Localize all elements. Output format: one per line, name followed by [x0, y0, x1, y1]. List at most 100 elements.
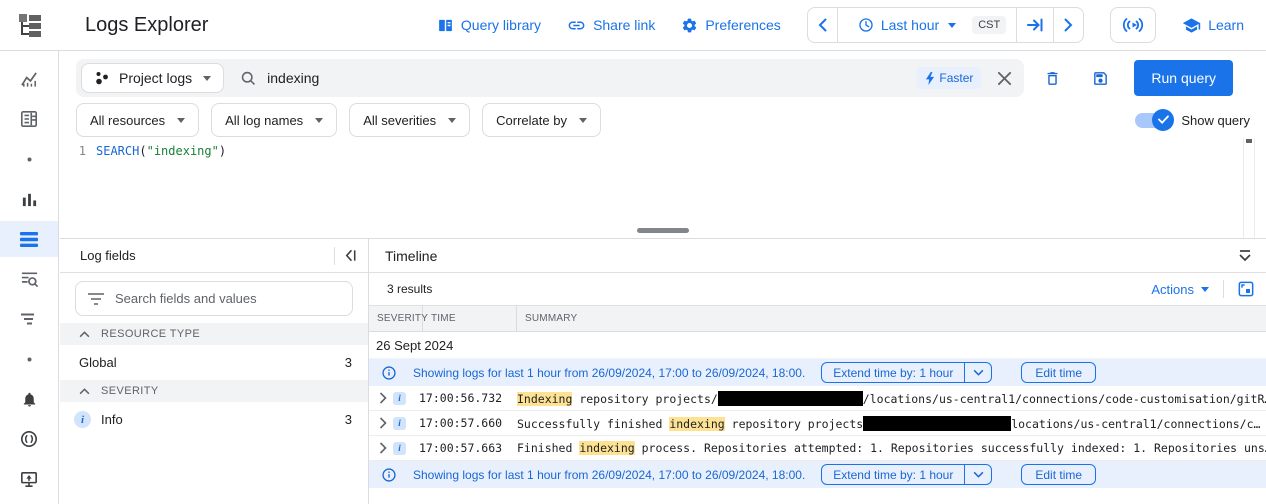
nav-dashboards-icon[interactable]: [0, 99, 58, 139]
chevron-up-icon: [79, 331, 90, 338]
query-library-button[interactable]: Query library: [437, 17, 541, 34]
show-query-toggle[interactable]: [1135, 113, 1172, 128]
resource-type-section-header[interactable]: RESOURCE TYPE: [60, 323, 368, 345]
fields-search-input[interactable]: [115, 291, 340, 306]
correlate-by-dropdown[interactable]: Correlate by: [482, 103, 601, 137]
extend-time-caret-button[interactable]: [964, 363, 991, 382]
edit-time-button[interactable]: Edit time: [1021, 464, 1096, 485]
editor-resize-handle[interactable]: [637, 228, 689, 233]
gear-icon: [681, 17, 698, 34]
learn-button[interactable]: Learn: [1182, 16, 1244, 35]
log-scope-dropdown[interactable]: Project logs: [81, 63, 224, 93]
expand-row-chevron-icon[interactable]: [369, 442, 390, 454]
extend-time-caret-button[interactable]: [964, 465, 991, 484]
expand-results-icon[interactable]: [1238, 281, 1254, 297]
expand-row-chevron-icon[interactable]: [369, 417, 390, 429]
scope-label: Project logs: [119, 70, 192, 86]
log-names-filter-dropdown[interactable]: All log names: [211, 103, 337, 137]
delete-query-button[interactable]: [1032, 60, 1072, 96]
table-row[interactable]: i 17:00:56.732 Indexing repository proje…: [369, 386, 1266, 411]
global-label: Global: [79, 355, 117, 370]
severity-section-header[interactable]: SEVERITY: [60, 380, 368, 402]
show-query-control: Show query: [1135, 113, 1250, 128]
date-group-header: 26 Sept 2024: [369, 332, 1266, 359]
chevron-down-icon: [315, 118, 323, 123]
field-row-info[interactable]: i Info 3: [60, 402, 368, 437]
divider: [1223, 280, 1224, 298]
actions-dropdown[interactable]: Actions: [1151, 282, 1209, 297]
time-forward-button[interactable]: [1053, 8, 1083, 42]
save-query-button[interactable]: [1080, 60, 1120, 96]
field-row-global[interactable]: Global 3: [60, 345, 368, 380]
extend-time-button[interactable]: Extend time by: 1 hour: [822, 465, 964, 484]
query-bar: Project logs Faster: [76, 59, 1024, 97]
chevron-down-icon: [448, 118, 456, 123]
info-severity-icon: i: [393, 417, 406, 430]
banner-text: Showing logs for last 1 hour from 26/09/…: [413, 468, 805, 482]
preferences-button[interactable]: Preferences: [681, 17, 780, 34]
link-icon: [567, 16, 586, 35]
filter-icon: [88, 293, 104, 305]
actions-label: Actions: [1151, 282, 1194, 297]
expand-row-chevron-icon[interactable]: [369, 392, 390, 404]
main-content: Project logs Faster: [60, 51, 1266, 504]
code-keyword: SEARCH: [96, 144, 139, 158]
nav-metrics-explorer-icon[interactable]: [0, 179, 58, 219]
code-paren: (: [139, 144, 146, 158]
redacted-text: [718, 391, 863, 406]
column-header-severity[interactable]: SEVERITY: [369, 306, 423, 331]
editor-scrollbar[interactable]: [1243, 138, 1255, 238]
share-link-button[interactable]: Share link: [567, 16, 655, 35]
clear-query-button[interactable]: [997, 71, 1012, 86]
log-time: 17:00:57.660: [419, 416, 511, 430]
highlighted-term: indexing: [579, 441, 634, 455]
time-range-dropdown[interactable]: Last hour CST: [837, 8, 1016, 42]
run-query-button[interactable]: Run query: [1134, 60, 1233, 96]
nav-divider-dot: [0, 339, 58, 379]
extend-time-control: Extend time by: 1 hour: [821, 362, 992, 383]
cloud-logging-logo-icon[interactable]: [0, 12, 59, 38]
search-wrap: [224, 70, 917, 87]
column-header-time[interactable]: TIME: [423, 306, 517, 331]
summary-text: /locations/us-central1/connections/code-…: [863, 392, 1266, 406]
table-row[interactable]: i 17:00:57.663 Finished indexing process…: [369, 436, 1266, 461]
nav-log-analytics-icon[interactable]: [0, 259, 58, 299]
edit-time-button[interactable]: Edit time: [1021, 362, 1096, 383]
nav-logs-explorer-icon[interactable]: [0, 221, 58, 257]
table-row[interactable]: i 17:00:57.660 Successfully finished ind…: [369, 411, 1266, 436]
query-search-input[interactable]: [267, 70, 917, 86]
collapse-timeline-icon[interactable]: [1238, 249, 1252, 263]
jump-to-now-button[interactable]: [1016, 8, 1053, 42]
redacted-text: [863, 416, 1011, 431]
divider: [334, 247, 335, 265]
page-title: Logs Explorer: [85, 14, 208, 37]
extend-time-control: Extend time by: 1 hour: [821, 464, 992, 485]
logs-explorer-app: Logs Explorer Query library Share link P…: [0, 0, 1266, 504]
nav-error-reporting-icon[interactable]: [0, 419, 58, 459]
clock-icon: [858, 17, 874, 33]
nav-monitoring-icon[interactable]: [0, 59, 58, 99]
summary-text: Successfully finished: [517, 417, 669, 431]
severities-filter-dropdown[interactable]: All severities: [349, 103, 470, 137]
stream-logs-button[interactable]: [1110, 7, 1156, 43]
resources-filter-dropdown[interactable]: All resources: [76, 103, 199, 137]
collapse-panel-icon[interactable]: [343, 248, 358, 263]
info-label: Info: [101, 412, 123, 427]
summary-text: process. Repositories attempted: 1. Repo…: [635, 441, 1266, 455]
severities-filter-label: All severities: [363, 113, 436, 128]
editor-scrollbar-thumb[interactable]: [1246, 139, 1252, 143]
time-range-banner-bottom: Showing logs for last 1 hour from 26/09/…: [369, 461, 1266, 488]
nav-trace-icon[interactable]: [0, 299, 58, 339]
results-panel: Timeline 3 results Actions: [369, 239, 1266, 504]
resource-type-section-label: RESOURCE TYPE: [101, 328, 200, 340]
nav-divider-dot: [0, 139, 58, 179]
time-back-button[interactable]: [808, 8, 837, 42]
nav-dashboards-monitor-icon[interactable]: [0, 459, 58, 499]
info-count: 3: [345, 412, 352, 427]
timezone-badge[interactable]: CST: [972, 16, 1006, 34]
nav-alerting-icon[interactable]: [0, 379, 58, 419]
severity-section-label: SEVERITY: [101, 385, 159, 397]
column-header-summary[interactable]: SUMMARY: [517, 306, 1266, 331]
query-editor[interactable]: 1 SEARCH("indexing"): [60, 138, 1266, 239]
extend-time-button[interactable]: Extend time by: 1 hour: [822, 363, 964, 382]
